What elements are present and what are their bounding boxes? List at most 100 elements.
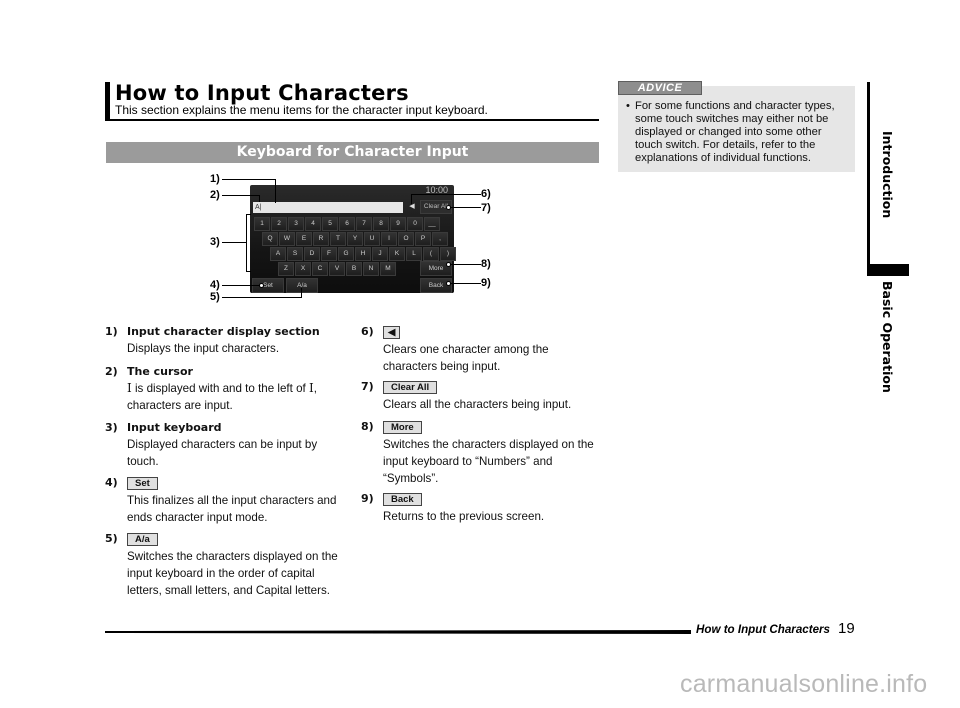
- key[interactable]: W: [279, 232, 295, 246]
- key[interactable]: B: [346, 262, 362, 276]
- item-body: This finalizes all the input characters …: [127, 494, 337, 524]
- key[interactable]: Q: [262, 232, 278, 246]
- key[interactable]: 8: [373, 217, 389, 231]
- delete-char-button[interactable]: ◀: [407, 201, 417, 213]
- item-body: Switches the characters displayed on the…: [127, 550, 338, 597]
- key[interactable]: K: [389, 247, 405, 261]
- item-body: Displayed characters can be input by tou…: [127, 438, 318, 468]
- callout-line: [275, 179, 276, 203]
- key[interactable]: 0: [407, 217, 423, 231]
- side-tab-introduction[interactable]: Introduction: [880, 131, 895, 218]
- callout-bracket: [246, 271, 251, 272]
- item-9: 9) Back Returns to the previous screen.: [361, 490, 596, 525]
- key[interactable]: C: [312, 262, 328, 276]
- key[interactable]: S: [287, 247, 303, 261]
- more-button-label: More: [383, 421, 422, 434]
- callout-line: [450, 283, 481, 284]
- key-row-qwerty: Q W E R T Y U I O P ,: [262, 232, 448, 246]
- key-row-numbers: 1 2 3 4 5 6 7 8 9 0 __: [254, 217, 440, 231]
- key[interactable]: O: [398, 232, 414, 246]
- item-number: 2): [105, 365, 118, 378]
- key[interactable]: 7: [356, 217, 372, 231]
- key[interactable]: 9: [390, 217, 406, 231]
- clear-all-button-label: Clear All: [383, 381, 438, 394]
- advice-body: For some functions and character types, …: [635, 100, 835, 164]
- item-number: 8): [361, 420, 374, 433]
- key[interactable]: P: [415, 232, 431, 246]
- item-4: 4) Set This finalizes all the input char…: [105, 474, 345, 526]
- callout-dot: [446, 281, 451, 286]
- key[interactable]: Y: [347, 232, 363, 246]
- item-heading: Input character display section: [127, 325, 320, 338]
- item-2: 2) The cursor I is displayed with and to…: [105, 363, 345, 414]
- item-body: Returns to the previous screen.: [383, 510, 545, 523]
- key[interactable]: T: [330, 232, 346, 246]
- keyboard-screen: 10:00 A| ◀ Clear All 1 2 3 4 5 6 7 8 9 0…: [250, 185, 456, 293]
- callout-bracket: [246, 214, 247, 272]
- key[interactable]: D: [304, 247, 320, 261]
- callout-line: [450, 207, 481, 208]
- item-number: 4): [105, 476, 118, 489]
- key[interactable]: J: [372, 247, 388, 261]
- keyboard-diagram: 10:00 A| ◀ Clear All 1 2 3 4 5 6 7 8 9 0…: [200, 170, 500, 310]
- key[interactable]: F: [321, 247, 337, 261]
- key[interactable]: N: [363, 262, 379, 276]
- callout-6: 6): [481, 188, 491, 200]
- item-body-2: characters are input.: [127, 399, 233, 412]
- item-body: Displays the input characters.: [127, 342, 280, 355]
- key[interactable]: 2: [271, 217, 287, 231]
- item-number: 6): [361, 325, 374, 338]
- key[interactable]: ,: [432, 232, 448, 246]
- item-body: Clears all the characters being input.: [383, 398, 572, 411]
- callout-line: [222, 285, 262, 286]
- advice-tag: ADVICE: [618, 81, 702, 95]
- key[interactable]: V: [329, 262, 345, 276]
- key[interactable]: (: [423, 247, 439, 261]
- case-toggle-button[interactable]: A/a: [286, 278, 318, 293]
- key[interactable]: H: [355, 247, 371, 261]
- key[interactable]: L: [406, 247, 422, 261]
- item-heading: The cursor: [127, 365, 193, 378]
- callout-line: [222, 195, 259, 196]
- key[interactable]: 1: [254, 217, 270, 231]
- item-number: 5): [105, 532, 118, 545]
- key[interactable]: 5: [322, 217, 338, 231]
- item-number: 9): [361, 492, 374, 505]
- key[interactable]: 6: [339, 217, 355, 231]
- key[interactable]: E: [296, 232, 312, 246]
- back-button-label: Back: [383, 493, 422, 506]
- callout-9: 9): [481, 277, 491, 289]
- key[interactable]: Z: [278, 262, 294, 276]
- key[interactable]: G: [338, 247, 354, 261]
- item-number: 7): [361, 380, 374, 393]
- side-tab-basic-operation[interactable]: Basic Operation: [880, 281, 895, 393]
- item-8: 8) More Switches the characters displaye…: [361, 418, 596, 487]
- page-number: 19: [838, 620, 855, 637]
- callout-dot: [259, 283, 264, 288]
- side-tab-line: [867, 82, 870, 268]
- key[interactable]: M: [380, 262, 396, 276]
- input-display-field[interactable]: A|: [253, 202, 403, 213]
- item-body: Clears one character among the character…: [383, 343, 549, 373]
- key[interactable]: I: [381, 232, 397, 246]
- item-number: 3): [105, 421, 118, 434]
- callout-line: [450, 264, 481, 265]
- key-row-asdf: A S D F G H J K L ( ): [270, 247, 456, 261]
- callout-line: [259, 195, 260, 202]
- key[interactable]: ): [440, 247, 456, 261]
- page-subtitle: This section explains the menu items for…: [115, 103, 488, 117]
- key[interactable]: R: [313, 232, 329, 246]
- key[interactable]: A: [270, 247, 286, 261]
- key[interactable]: 4: [305, 217, 321, 231]
- key[interactable]: U: [364, 232, 380, 246]
- page-title: How to Input Characters: [115, 81, 409, 105]
- backspace-icon: ◀: [409, 203, 415, 210]
- key-space[interactable]: __: [424, 217, 440, 231]
- callout-bracket: [246, 214, 251, 215]
- callout-line: [411, 194, 412, 204]
- key[interactable]: X: [295, 262, 311, 276]
- set-button-label: Set: [127, 477, 158, 490]
- key[interactable]: 3: [288, 217, 304, 231]
- item-7: 7) Clear All Clears all the characters b…: [361, 378, 596, 413]
- callout-7: 7): [481, 202, 491, 214]
